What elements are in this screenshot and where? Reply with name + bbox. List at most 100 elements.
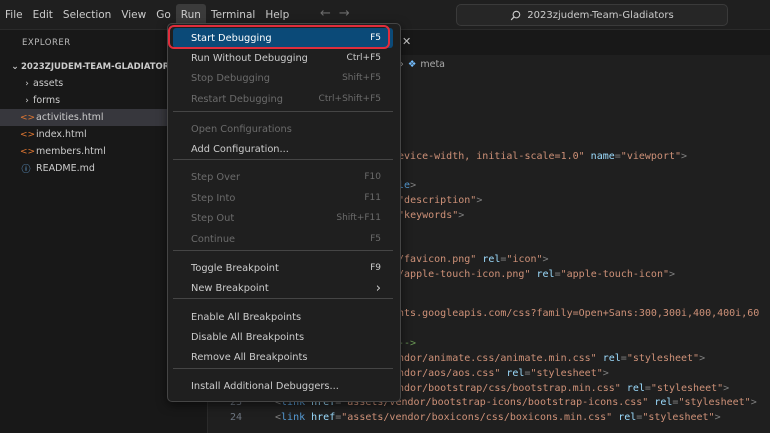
menu-item-label: Add Configuration... — [191, 143, 289, 155]
code-token: rel — [620, 383, 645, 394]
code-token: "stylesheet" — [642, 412, 715, 423]
code-token: rel — [476, 254, 501, 265]
menu-item-run-without-debugging[interactable]: Run Without Debugging Ctrl+F5 — [173, 48, 393, 68]
html-file-icon: <> — [20, 146, 36, 157]
code-token: > — [542, 254, 549, 265]
code-text: <link href="assets/vendor/boxicons/css/b… — [275, 410, 721, 425]
code-token: "stylesheet" — [530, 368, 603, 379]
code-text: endor/aos/aos.css" rel="stylesheet"> — [392, 366, 609, 381]
navigation-arrows: ← → — [320, 6, 350, 21]
folder-label: assets — [33, 78, 64, 89]
menu-item-step-into[interactable]: Step Into F11 — [173, 188, 393, 208]
code-token: onts.googleapis.com/css?family=Open+Sans… — [392, 308, 760, 319]
menu-item-new-breakpoint[interactable]: New Breakpoint › — [173, 278, 393, 298]
code-token: rel — [500, 368, 525, 379]
back-arrow-icon[interactable]: ← — [320, 6, 331, 21]
code-text: device-width, initial-scale=1.0" name="v… — [392, 149, 687, 164]
menu-item-label: Enable All Breakpoints — [191, 311, 302, 323]
explorer-title: EXPLORER — [22, 38, 71, 48]
menu-item-install-additional-debuggers[interactable]: Install Additional Debuggers... — [173, 376, 393, 396]
menu-item-step-over[interactable]: Step Over F10 — [173, 167, 393, 187]
menu-item-shortcut: F11 — [364, 193, 381, 203]
menu-edit[interactable]: Edit — [28, 4, 58, 26]
menu-item-stop-debugging[interactable]: Stop Debugging Shift+F5 — [173, 68, 393, 88]
menu-item-shortcut: Ctrl+F5 — [346, 53, 381, 63]
code-token: rel — [596, 353, 621, 364]
chevron-down-icon: ⌄ — [11, 61, 19, 72]
code-line: 24 <link href="assets/vendor/boxicons/css… — [208, 410, 770, 425]
code-text: g/favicon.png" rel="icon"> — [392, 252, 549, 267]
menu-selection[interactable]: Selection — [58, 4, 116, 26]
breadcrumb-symbol[interactable]: meta — [420, 59, 445, 70]
code-token: > — [723, 383, 730, 394]
file-label: README.md — [36, 163, 95, 174]
menu-item-enable-all-breakpoints[interactable]: Enable All Breakpoints — [173, 307, 393, 327]
code-token: > — [668, 269, 676, 280]
code-token: "icon" — [506, 254, 543, 265]
code-token: > — [750, 397, 757, 408]
code-token: "stylesheet" — [678, 397, 751, 408]
symbol-icon: ❖ — [407, 59, 417, 70]
close-icon[interactable]: ✕ — [402, 35, 411, 48]
code-text: endor/animate.css/animate.min.css" rel="… — [392, 351, 705, 366]
menu-item-shortcut: F5 — [370, 234, 381, 244]
code-text: ="keywords"> — [392, 208, 464, 223]
menu-item-shortcut: F10 — [364, 172, 381, 182]
menu-item-label: Continue — [191, 233, 236, 245]
menu-item-shortcut: Shift+F11 — [336, 213, 381, 223]
run-menu-dropdown: Start Debugging F5 Run Without Debugging Ct… — [167, 23, 401, 402]
command-center-search[interactable]: 2023zjudem-Team-Gladiators — [456, 4, 728, 26]
code-token: rel — [530, 269, 555, 280]
code-token: > — [714, 412, 721, 423]
line-number: 24 — [229, 412, 242, 423]
search-icon — [510, 10, 521, 20]
code-token: endor/animate.css/animate.min.css" — [392, 353, 597, 364]
code-token: "stylesheet" — [626, 353, 700, 364]
code-token: g/favicon.png" — [392, 254, 477, 265]
menu-item-label: Open Configurations — [191, 123, 292, 135]
code-token: href — [305, 412, 336, 423]
menu-item-label: Toggle Breakpoint — [191, 262, 279, 274]
code-token: link — [281, 412, 306, 423]
code-token: > — [458, 210, 465, 221]
menu-item-label: New Breakpoint — [191, 282, 269, 294]
code-token: device-width, initial-scale=1.0" — [392, 151, 585, 162]
code-token: "assets/vendor/boxicons/css/boxicons.min… — [341, 412, 613, 423]
code-token: g/apple-touch-icon.png" — [392, 269, 531, 280]
menu-item-label: Step Out — [191, 212, 235, 224]
menu-item-label: Step Over — [191, 171, 240, 183]
menu-file[interactable]: File — [0, 4, 28, 26]
menu-item-disable-all-breakpoints[interactable]: Disable All Breakpoints — [173, 327, 393, 347]
menu-item-step-out[interactable]: Step Out Shift+F11 — [173, 208, 393, 228]
menu-item-restart-debugging[interactable]: Restart Debugging Ctrl+Shift+F5 — [173, 89, 393, 109]
menu-item-open-configurations[interactable]: Open Configurations — [173, 119, 393, 139]
info-icon: ⓘ — [21, 165, 31, 175]
file-label: members.html — [36, 146, 106, 157]
code-token: > — [602, 368, 609, 379]
forward-arrow-icon[interactable]: → — [339, 6, 350, 21]
code-token: rel — [648, 397, 673, 408]
menu-item-toggle-breakpoint[interactable]: Toggle Breakpoint F9 — [173, 258, 393, 278]
menu-item-remove-all-breakpoints[interactable]: Remove All Breakpoints — [173, 347, 393, 367]
menu-separator — [173, 159, 393, 160]
code-token: endor/bootstrap/css/bootstrap.min.css" — [392, 383, 621, 394]
code-text: onts.googleapis.com/css?family=Open+Sans… — [392, 306, 759, 321]
menu-item-continue[interactable]: Continue F5 — [173, 229, 393, 249]
menu-separator — [173, 368, 393, 369]
code-token: "keywords" — [398, 210, 459, 221]
html-file-icon: <> — [20, 129, 36, 140]
menu-view[interactable]: View — [116, 4, 151, 26]
menu-item-label: Step Into — [191, 192, 236, 204]
chevron-right-icon: › — [375, 280, 381, 296]
menu-item-add-configuration[interactable]: Add Configuration... — [173, 139, 393, 159]
file-label: index.html — [36, 129, 87, 140]
code-token: "apple-touch-icon" — [560, 269, 669, 280]
breadcrumb: › ❖ meta — [400, 59, 445, 70]
menu-item-shortcut: F9 — [370, 263, 381, 273]
code-text: g/apple-touch-icon.png" rel="apple-touch… — [392, 267, 675, 282]
chevron-right-icon: › — [25, 78, 29, 89]
code-token: > — [410, 180, 417, 191]
menu-separator — [173, 298, 393, 299]
code-token: "stylesheet" — [650, 383, 724, 394]
menu-item-label: Stop Debugging — [191, 72, 270, 84]
